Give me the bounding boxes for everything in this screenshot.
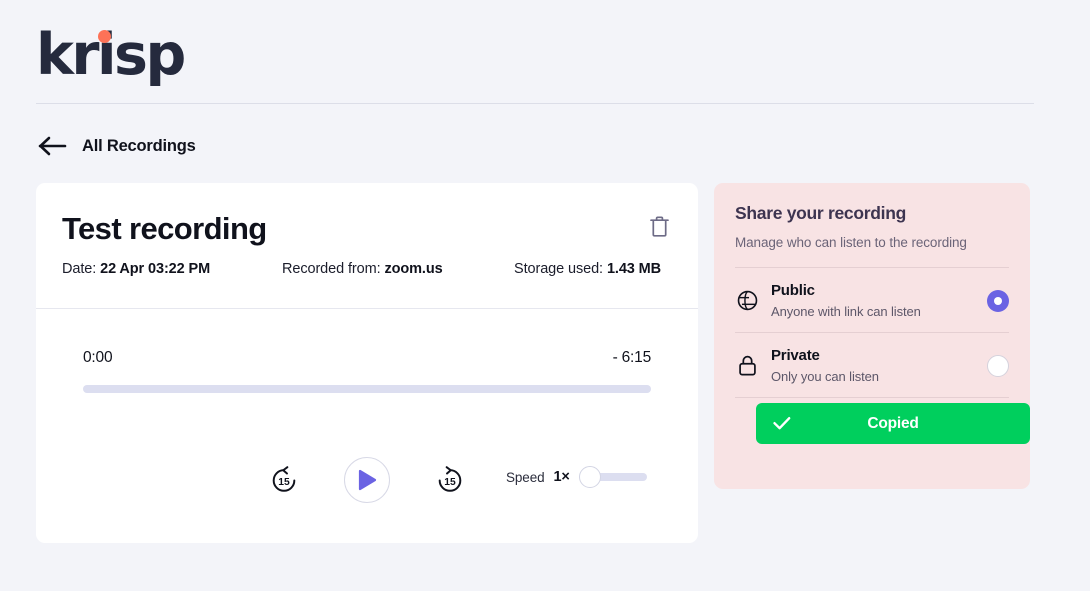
back-to-all-recordings[interactable]: All Recordings [38,133,196,159]
trash-icon [650,216,669,237]
meta-date-value: 22 Apr 03:22 PM [100,261,210,277]
remaining-time: - 6:15 [613,349,651,367]
svg-text:15: 15 [278,477,290,488]
meta-storage: Storage used: 1.43 MB [514,261,661,277]
progress-bar[interactable] [83,385,651,393]
share-panel: Share your recording Manage who can list… [714,183,1030,489]
forward-15-icon: 15 [435,465,465,495]
speed-value: 1× [554,469,570,485]
logo-dot-icon [98,30,111,43]
share-panel-subtitle: Manage who can listen to the recording [735,235,1009,250]
recording-title: Test recording [62,209,672,249]
speed-slider-knob[interactable] [579,466,601,488]
time-row: 0:00 - 6:15 [83,349,651,367]
skip-back-15-button[interactable]: 15 [269,465,299,495]
copy-link-button[interactable]: Copied [756,403,1030,444]
share-option-private-name: Private [771,347,987,364]
skip-forward-15-button[interactable]: 15 [435,465,465,495]
rewind-15-icon: 15 [269,465,299,495]
back-label: All Recordings [82,137,196,156]
meta-source-value: zoom.us [384,261,442,277]
meta-storage-value: 1.43 MB [607,261,661,277]
speed-label: Speed [506,470,545,485]
svg-text:15: 15 [444,477,456,488]
lock-icon [735,355,759,376]
share-option-public-radio[interactable] [987,290,1009,312]
brand-header: krisp [36,20,1034,104]
arrow-left-icon [38,133,68,159]
meta-date-label: Date: [62,261,96,277]
recording-card: Test recording Date: 22 Apr 03:22 PM Rec… [36,183,698,543]
share-option-public-texts: Public Anyone with link can listen [771,282,987,319]
recording-detail-page: krisp All Recordings Test recording [0,0,1090,591]
speed-control: Speed 1× [506,466,647,488]
share-option-private-radio[interactable] [987,355,1009,377]
krisp-logo[interactable]: krisp [36,20,184,90]
delete-recording-button[interactable] [642,209,676,243]
share-option-public[interactable]: Public Anyone with link can listen [735,268,1009,332]
meta-date: Date: 22 Apr 03:22 PM [62,261,210,277]
current-time: 0:00 [83,349,112,367]
play-icon [357,469,377,491]
recording-header: Test recording Date: 22 Apr 03:22 PM Rec… [36,183,698,308]
meta-source-label: Recorded from: [282,261,381,277]
copy-link-wrap: Copied [735,423,1009,464]
audio-player: 0:00 - 6:15 15 [36,309,698,543]
meta-source: Recorded from: zoom.us [282,261,443,277]
share-panel-title: Share your recording [735,203,1009,224]
share-divider-bottom [735,397,1009,398]
copy-link-label: Copied [756,415,1030,433]
meta-storage-label: Storage used: [514,261,603,277]
play-button[interactable] [344,457,390,503]
check-icon [772,414,792,432]
share-option-private-texts: Private Only you can listen [771,347,987,384]
globe-icon [735,290,759,311]
share-option-public-name: Public [771,282,987,299]
share-option-private[interactable]: Private Only you can listen [735,333,1009,397]
share-option-private-desc: Only you can listen [771,369,987,384]
share-option-public-desc: Anyone with link can listen [771,304,987,319]
speed-slider[interactable] [579,466,647,488]
